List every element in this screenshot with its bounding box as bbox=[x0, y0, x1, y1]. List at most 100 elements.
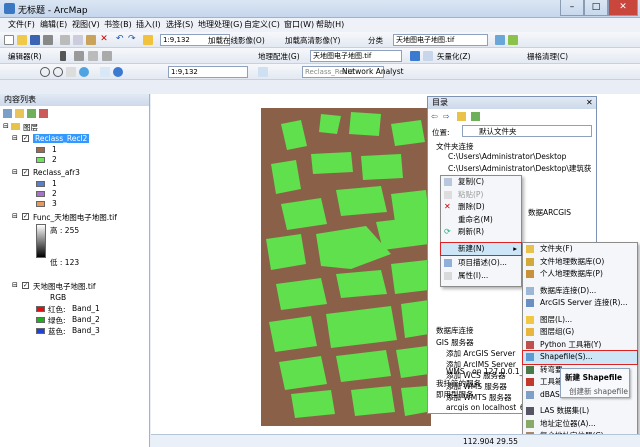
maximize-button[interactable]: □ bbox=[584, 0, 608, 16]
tree-arcgis-localhost[interactable]: arcgis on localhost_60 bbox=[446, 403, 529, 411]
catalog-close-icon[interactable]: ✕ bbox=[586, 98, 593, 107]
menu-windows[interactable]: 窗口(W) bbox=[284, 19, 314, 30]
full-extent-icon[interactable] bbox=[79, 67, 89, 77]
toc-expand-root[interactable]: ⊟ bbox=[3, 122, 9, 130]
toc-expand-layer3[interactable]: ⊟ bbox=[12, 212, 18, 220]
new-las-dataset[interactable]: LAS 数据集(L) bbox=[523, 405, 637, 418]
tree-desktop[interactable]: C:\Users\Administrator\Desktop bbox=[448, 152, 566, 161]
ctx-properties[interactable]: 属性(I)... bbox=[441, 270, 521, 283]
georef-table-icon[interactable] bbox=[423, 51, 433, 61]
menu-customize[interactable]: 自定义(C) bbox=[244, 19, 280, 30]
toc-expand-layer2[interactable]: ⊟ bbox=[12, 168, 18, 176]
new-group-layer[interactable]: 图层组(G) bbox=[523, 326, 637, 339]
georef-link-icon[interactable] bbox=[410, 51, 420, 61]
new-arcgis-server-connection[interactable]: ArcGIS Server 连接(R)... bbox=[523, 297, 637, 310]
toc-expand-layer4[interactable]: ⊟ bbox=[12, 281, 18, 289]
undo-icon[interactable]: ↶ bbox=[116, 35, 126, 45]
tree-add-arcgis-server[interactable]: 添加 ArcGIS Server bbox=[446, 348, 515, 359]
new-layer[interactable]: 图层(L)... bbox=[523, 314, 637, 327]
layer4-name[interactable]: 天地图电子地图.tif bbox=[33, 281, 96, 292]
menu-bookmarks[interactable]: 书签(B) bbox=[104, 19, 132, 30]
toc-expand-layer1[interactable]: ⊟ bbox=[12, 134, 18, 142]
redo-icon[interactable]: ↷ bbox=[128, 35, 138, 45]
add-hd-imagery[interactable]: 加载高清影像(Y) bbox=[285, 35, 340, 46]
menu-geoprocessing[interactable]: 地理处理(G) bbox=[198, 19, 242, 30]
catalog-home-icon[interactable] bbox=[471, 112, 480, 121]
georeferencing-menu[interactable]: 地理配准(G) bbox=[258, 51, 300, 62]
menu-help[interactable]: 帮助(H) bbox=[316, 19, 344, 30]
new-icon[interactable] bbox=[4, 35, 14, 45]
classify-tool2-icon[interactable] bbox=[508, 35, 518, 45]
menu-insert[interactable]: 插入(I) bbox=[136, 19, 161, 30]
open-icon[interactable] bbox=[17, 35, 27, 45]
georef-layer-combo[interactable]: 天地图电子地图.tif bbox=[310, 50, 402, 62]
layout-icon[interactable] bbox=[258, 67, 268, 77]
reshape-icon[interactable] bbox=[102, 51, 112, 61]
ctx-delete[interactable]: ✕ 删除(D) bbox=[441, 201, 521, 214]
catalog-location-combo[interactable]: 默认文件夹 bbox=[462, 125, 592, 137]
tree-db-connections[interactable]: 数据库连接 bbox=[436, 325, 474, 336]
minimize-button[interactable]: – bbox=[560, 0, 584, 16]
new-folder[interactable]: 文件夹(F) bbox=[523, 243, 637, 256]
network-analyst-menu[interactable]: Network Analyst bbox=[342, 67, 404, 76]
catalog-forward-icon[interactable]: ⇨ bbox=[443, 112, 450, 121]
save-icon[interactable] bbox=[30, 35, 40, 45]
scale-combo-2[interactable]: 1:9,132 bbox=[168, 66, 248, 78]
classify-layer-combo[interactable]: 天地图电子地图.tif bbox=[393, 34, 488, 46]
classify-button[interactable]: 分类 bbox=[368, 35, 383, 46]
cut-icon[interactable] bbox=[60, 35, 70, 45]
raster-clean-menu[interactable]: 栅格清理(C) bbox=[527, 51, 568, 62]
ctx-paste[interactable]: 粘贴(P) bbox=[441, 189, 521, 202]
ctx-item-description[interactable]: 项目描述(O)... bbox=[441, 257, 521, 270]
pan-icon[interactable] bbox=[66, 67, 76, 77]
select-features-icon[interactable] bbox=[100, 67, 110, 77]
layer3-checkbox[interactable]: ✓ bbox=[22, 213, 29, 220]
menu-edit[interactable]: 编辑(E) bbox=[40, 19, 67, 30]
layer1-checkbox[interactable]: ✓ bbox=[22, 135, 29, 142]
zoom-out-icon[interactable] bbox=[53, 67, 63, 77]
add-online-imagery[interactable]: 加载在线影像(O) bbox=[208, 35, 265, 46]
new-personal-gdb[interactable]: 个人地理数据库(P) bbox=[523, 268, 637, 281]
ctx-new[interactable]: 新建(N) ▸ bbox=[440, 241, 522, 256]
menu-file[interactable]: 文件(F) bbox=[8, 19, 35, 30]
list-by-visibility-icon[interactable] bbox=[27, 109, 36, 118]
vectorize-menu[interactable]: 矢量化(Z) bbox=[437, 51, 471, 62]
edit-tool-icon[interactable] bbox=[60, 51, 66, 61]
ctx-refresh[interactable]: ⟳ 刷新(R) bbox=[441, 226, 521, 239]
layer2-name[interactable]: Reclass_afr3 bbox=[33, 168, 80, 177]
tree-folder-connections[interactable]: 文件夹连接 bbox=[436, 141, 474, 152]
print-icon[interactable] bbox=[43, 35, 53, 45]
catalog-up-icon[interactable] bbox=[457, 112, 466, 121]
new-db-connection[interactable]: 数据库连接(D)... bbox=[523, 285, 637, 298]
vertex-icon[interactable] bbox=[88, 51, 98, 61]
ctx-copy[interactable]: 复制(C) bbox=[441, 176, 521, 189]
ctx-rename[interactable]: 重命名(M) bbox=[441, 214, 521, 227]
classify-tool-icon[interactable] bbox=[495, 35, 505, 45]
delete-icon[interactable]: ✕ bbox=[99, 35, 109, 45]
copy-icon[interactable] bbox=[73, 35, 83, 45]
catalog-back-icon[interactable]: ⇦ bbox=[431, 112, 438, 121]
menu-view[interactable]: 视图(V) bbox=[72, 19, 100, 30]
tree-gis-servers[interactable]: GIS 服务器 bbox=[436, 337, 474, 348]
paste-icon[interactable] bbox=[86, 35, 96, 45]
new-address-locator[interactable]: 地址定位器(A)... bbox=[523, 418, 637, 431]
list-by-selection-icon[interactable] bbox=[39, 109, 48, 118]
new-python-toolbox[interactable]: Python 工具箱(Y) bbox=[523, 339, 637, 352]
layer1-name[interactable]: Reclass_Recl2 bbox=[33, 134, 90, 143]
zoom-in-icon[interactable] bbox=[40, 67, 50, 77]
list-by-source-icon[interactable] bbox=[15, 109, 24, 118]
layer3-name[interactable]: Func_天地图电子地图.tif bbox=[33, 212, 117, 223]
layer4-checkbox[interactable]: ✓ bbox=[22, 282, 29, 289]
layer2-checkbox[interactable]: ✓ bbox=[22, 169, 29, 176]
sketch-tool-icon[interactable] bbox=[74, 51, 84, 61]
editor-menu[interactable]: 编辑器(R) bbox=[8, 51, 42, 62]
new-file-gdb[interactable]: 文件地理数据库(O) bbox=[523, 256, 637, 269]
tree-my-hosted[interactable]: 我托管的服务 bbox=[436, 378, 481, 389]
close-button[interactable]: ✕ bbox=[608, 0, 638, 16]
identify-icon[interactable] bbox=[113, 67, 123, 77]
menu-select[interactable]: 选择(S) bbox=[166, 19, 193, 30]
new-shapefile[interactable]: Shapefile(S)... bbox=[522, 350, 638, 365]
add-data-icon[interactable] bbox=[143, 35, 153, 45]
tree-ready-services[interactable]: 即用型服务 bbox=[436, 389, 474, 400]
list-by-drawing-order-icon[interactable] bbox=[3, 109, 12, 118]
